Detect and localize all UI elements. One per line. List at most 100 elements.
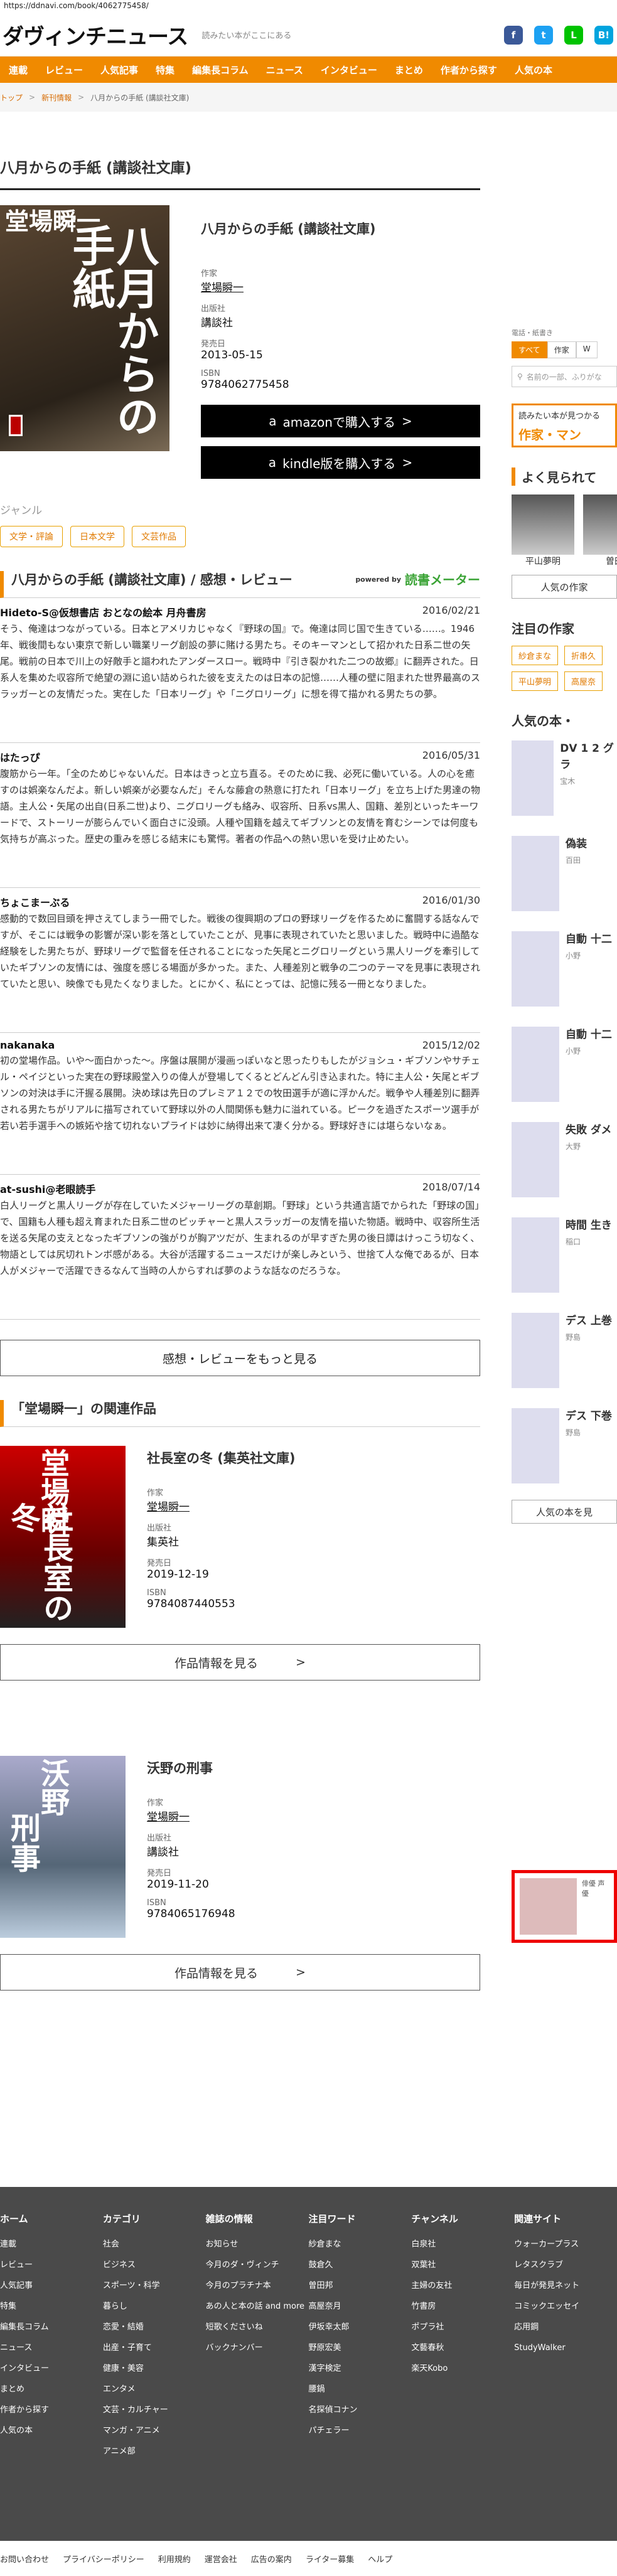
footer-link[interactable]: 出産・子育て bbox=[103, 2338, 206, 2358]
footer-link[interactable]: 曽田邦 bbox=[308, 2275, 411, 2296]
ranking-item[interactable]: デス 上巻 野島 bbox=[512, 1313, 617, 1397]
attention-chip[interactable]: 折串久 bbox=[564, 646, 603, 665]
footer-link[interactable]: 連載 bbox=[0, 2234, 103, 2255]
related-cover[interactable]: 堂場瞬 社長室の冬 bbox=[0, 1446, 126, 1628]
search-input[interactable]: ⚲ 名前の一部、ふりがな bbox=[512, 366, 617, 387]
attention-chip[interactable]: 平山夢明 bbox=[512, 671, 559, 691]
book-cover[interactable]: 堂場瞬一 八月からの手紙 bbox=[0, 205, 169, 451]
twitter-icon[interactable]: t bbox=[534, 25, 553, 45]
ad-banner[interactable]: 読みたい本が見つかる 作家・マン bbox=[512, 404, 617, 447]
site-logo[interactable]: ダヴィンチニュース bbox=[3, 19, 188, 50]
attention-chip[interactable]: 高屋奈 bbox=[564, 671, 603, 691]
attention-chip[interactable]: 紗倉まな bbox=[512, 646, 559, 665]
facebook-icon[interactable]: f bbox=[504, 25, 523, 45]
footer-link[interactable]: お知らせ bbox=[206, 2234, 309, 2255]
nav-item[interactable]: レビュー bbox=[36, 63, 92, 77]
scope-all[interactable]: すべて bbox=[512, 341, 547, 358]
footer-link[interactable]: 双葉社 bbox=[411, 2255, 514, 2275]
person-card[interactable]: 曽田 bbox=[583, 494, 617, 567]
footer-link[interactable]: 短歌くださいね bbox=[206, 2317, 309, 2338]
footer-link[interactable]: 白泉社 bbox=[411, 2234, 514, 2255]
genre-tag[interactable]: 日本文学 bbox=[70, 526, 124, 547]
amazon-button[interactable]: a amazonで購入する > bbox=[201, 405, 480, 437]
footer-link[interactable]: パチェラー bbox=[308, 2420, 411, 2441]
footer-link[interactable]: 紗倉まな bbox=[308, 2234, 411, 2255]
footer-heading[interactable]: 雑誌の情報 bbox=[206, 2212, 309, 2225]
review-user[interactable]: Hideto-S@仮想書店 おとなの絵本 月舟書房 bbox=[0, 604, 207, 619]
footer-link[interactable]: レタスクラブ bbox=[514, 2255, 617, 2275]
footer-bottom-link[interactable]: ヘルプ bbox=[368, 2553, 392, 2565]
nav-item[interactable]: まとめ bbox=[386, 63, 432, 77]
footer-link[interactable]: 応用鋼 bbox=[514, 2317, 617, 2338]
footer-heading[interactable]: チャンネル bbox=[411, 2212, 514, 2225]
nav-item[interactable]: ニュース bbox=[257, 63, 312, 77]
footer-link[interactable]: 漢字検定 bbox=[308, 2358, 411, 2379]
ranking-item[interactable]: 時間 生き 稲口 bbox=[512, 1217, 617, 1301]
footer-link[interactable]: バックナンバー bbox=[206, 2338, 309, 2358]
genre-tag[interactable]: 文芸作品 bbox=[132, 526, 186, 547]
footer-link[interactable]: 恋愛・結婚 bbox=[103, 2317, 206, 2338]
scope-author[interactable]: 作家 bbox=[547, 341, 576, 358]
ranking-item[interactable]: 失敗 ダメ 大野 bbox=[512, 1122, 617, 1206]
kindle-button[interactable]: a kindle版を購入する > bbox=[201, 446, 480, 479]
footer-link[interactable]: まとめ bbox=[0, 2379, 103, 2400]
nav-item[interactable]: 編集長コラム bbox=[183, 63, 257, 77]
footer-bottom-link[interactable]: 運営会社 bbox=[205, 2553, 237, 2565]
hatena-icon[interactable]: B! bbox=[594, 25, 613, 45]
footer-link[interactable]: ニュース bbox=[0, 2338, 103, 2358]
footer-bottom-link[interactable]: ライター募集 bbox=[306, 2553, 354, 2565]
person-card[interactable]: 平山夢明 bbox=[512, 494, 574, 567]
footer-link[interactable]: 伊坂幸太郎 bbox=[308, 2317, 411, 2338]
footer-link[interactable]: あの人と本の話 and more bbox=[206, 2296, 309, 2317]
popular-authors-button[interactable]: 人気の作家 bbox=[512, 575, 617, 599]
footer-heading[interactable]: 関連サイト bbox=[514, 2212, 617, 2225]
footer-link[interactable]: レビュー bbox=[0, 2255, 103, 2275]
view-work-button[interactable]: 作品情報を見る > bbox=[0, 1954, 480, 1991]
footer-heading[interactable]: ホーム bbox=[0, 2212, 103, 2225]
footer-link[interactable]: 作者から探す bbox=[0, 2400, 103, 2420]
breadcrumb-home[interactable]: トップ bbox=[0, 92, 23, 103]
footer-link[interactable]: 社会 bbox=[103, 2234, 206, 2255]
nav-item[interactable]: 連載 bbox=[0, 63, 36, 77]
powered-by[interactable]: powered by 読書メーター bbox=[355, 571, 480, 589]
footer-link[interactable]: 特集 bbox=[0, 2296, 103, 2317]
footer-link[interactable]: 名探偵コナン bbox=[308, 2400, 411, 2420]
footer-link[interactable]: 今月のプラチナ本 bbox=[206, 2275, 309, 2296]
nav-item[interactable]: 特集 bbox=[147, 63, 183, 77]
address-bar[interactable]: https://ddnavi.com/book/4062775458/ bbox=[0, 0, 617, 14]
footer-link[interactable]: StudyWalker bbox=[514, 2338, 617, 2358]
nav-item[interactable]: 人気の本 bbox=[506, 63, 561, 77]
author-link[interactable]: 堂場瞬一 bbox=[147, 1808, 480, 1824]
view-work-button[interactable]: 作品情報を見る > bbox=[0, 1644, 480, 1681]
footer-link[interactable]: マンガ・アニメ bbox=[103, 2420, 206, 2441]
footer-link[interactable]: ビジネス bbox=[103, 2255, 206, 2275]
footer-link[interactable]: 人気の本 bbox=[0, 2420, 103, 2441]
ranking-item[interactable]: 自動 十二 小野 bbox=[512, 1027, 617, 1111]
scope-w[interactable]: W bbox=[576, 341, 598, 358]
footer-link[interactable]: インタビュー bbox=[0, 2358, 103, 2379]
author-link[interactable]: 堂場瞬一 bbox=[147, 1498, 480, 1514]
footer-link[interactable]: 文藝春秋 bbox=[411, 2338, 514, 2358]
footer-link[interactable]: 毎日が発見ネット bbox=[514, 2275, 617, 2296]
review-user[interactable]: nakanaka bbox=[0, 1039, 55, 1051]
footer-link[interactable]: スポーツ・科学 bbox=[103, 2275, 206, 2296]
footer-link[interactable]: 主婦の友社 bbox=[411, 2275, 514, 2296]
footer-link[interactable]: 野原宏美 bbox=[308, 2338, 411, 2358]
nav-item[interactable]: 作者から探す bbox=[432, 63, 506, 77]
footer-link[interactable]: 文芸・カルチャー bbox=[103, 2400, 206, 2420]
ranking-item[interactable]: 自動 十二 小野 bbox=[512, 931, 617, 1015]
ranking-item[interactable]: デス 下巻 野島 bbox=[512, 1408, 617, 1492]
nav-item[interactable]: 人気記事 bbox=[92, 63, 147, 77]
ranking-item[interactable]: DV 1 2 グラ 宝木 bbox=[512, 740, 617, 825]
footer-heading[interactable]: カテゴリ bbox=[103, 2212, 206, 2225]
genre-tag[interactable]: 文学・評論 bbox=[0, 526, 63, 547]
footer-link[interactable]: アニメ部 bbox=[103, 2441, 206, 2462]
footer-link[interactable]: 鼓倉久 bbox=[308, 2255, 411, 2275]
footer-link[interactable]: 編集長コラム bbox=[0, 2317, 103, 2338]
footer-link[interactable]: 腰鍋 bbox=[308, 2379, 411, 2400]
footer-link[interactable]: ポプラ社 bbox=[411, 2317, 514, 2338]
footer-link[interactable]: 高屋奈月 bbox=[308, 2296, 411, 2317]
review-user[interactable]: ちょこまーぶる bbox=[0, 894, 70, 909]
footer-bottom-link[interactable]: 利用規約 bbox=[158, 2553, 191, 2565]
footer-link[interactable]: 楽天Kobo bbox=[411, 2358, 514, 2379]
